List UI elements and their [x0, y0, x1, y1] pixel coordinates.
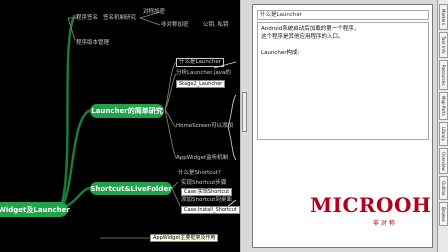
mindmap-item-what-is-shortcut[interactable]: 什么是Shortcut? — [178, 170, 221, 177]
watermark-logo: MICROOH — [310, 193, 432, 217]
tab-overview[interactable]: Overview — [439, 148, 448, 174]
notes-pane: 什么是Launcher Android系统启动后加载的第一个程序， 这个程序是其… — [248, 0, 437, 252]
note-title-field[interactable]: 什么是Launcher — [257, 10, 429, 20]
mindmap-item-version[interactable]: 程序版本管理 — [76, 40, 109, 47]
mindmap-item-what-is-launcher[interactable]: 什么是Launcher — [176, 58, 225, 67]
mindmap-item-appwidget-listen[interactable]: AppWidget监听机制 — [176, 155, 228, 162]
mindmap-leaf-case-shortcut[interactable]: Case:实现Shortcut — [181, 188, 233, 196]
mindmap-node-launcher[interactable]: Launcher的简单研究 — [90, 104, 164, 118]
mindmap-item-asymmetric[interactable]: 非对称加密 — [161, 22, 189, 29]
mindmap-root-node[interactable]: Widget及Launcher — [0, 202, 70, 217]
tab-map-parts[interactable]: Map Parts — [439, 92, 448, 120]
tab-outline[interactable]: Outline — [439, 176, 448, 200]
scrollbar-thumb[interactable] — [242, 92, 247, 132]
mindmap-item-homescreen[interactable]: HomeScreen可以添加 — [176, 123, 233, 130]
note-line: Launcher构成: — [261, 50, 300, 56]
mindmap-item-keys[interactable]: 公钥, 私钥 — [203, 22, 229, 29]
tab-library[interactable]: Library — [439, 122, 448, 146]
tab-markers[interactable]: Markers — [439, 4, 448, 30]
mindmap-leaf-install-shortcut[interactable]: Case:Install_Shortcut — [181, 206, 240, 214]
mindmap-node-shortcut[interactable]: Shortcut&LiveFolder — [90, 182, 172, 195]
side-tab-strip: Markers Task Info Resources Map Parts Li… — [437, 0, 448, 252]
mindmap-leaf-stage2[interactable]: Stage2_Launcher — [176, 80, 226, 88]
mindmap-canvas[interactable]: 对称加密 程序签名 签名机制研究 非对称加密 公钥, 私钥 程序版本管理 Lau… — [0, 0, 240, 252]
mindmap-item-shortcut-steps[interactable]: 实现Shortcut步骤 — [181, 180, 226, 187]
note-line — [261, 41, 425, 49]
note-line: 这个程序是其他应用程序的入口。 — [261, 34, 344, 40]
mindmap-item-analyze-launcher[interactable]: 分析Launcher.java的 — [176, 70, 231, 77]
mindmap-item-signature-research[interactable]: 签名机制研究 — [103, 15, 136, 22]
note-line: Android系统启动后加载的第一个程序， — [261, 26, 360, 32]
notes-panel: 什么是Launcher Android系统启动后加载的第一个程序， 这个程序是其… — [252, 4, 433, 248]
tab-task-info[interactable]: Task Info — [439, 32, 448, 58]
mindmap-item-appwidget-framework[interactable]: AppWidget主要框架及作用 — [150, 234, 219, 242]
tab-resources[interactable]: Resources — [439, 60, 448, 90]
watermark-subtext: 非 对 称 — [373, 220, 395, 227]
mindmap-item-add-shortcut[interactable]: 添加Shortcut到桌面 — [181, 197, 232, 204]
mindmap-item-signature[interactable]: 程序签名 — [76, 15, 98, 22]
note-body-editor[interactable]: Android系统启动后加载的第一个程序， 这个程序是其他应用程序的入口。 La… — [257, 22, 429, 140]
tab-browse[interactable]: Browse — [439, 202, 448, 226]
mindmap-item-symmetric[interactable]: 对称加密 — [143, 9, 165, 16]
